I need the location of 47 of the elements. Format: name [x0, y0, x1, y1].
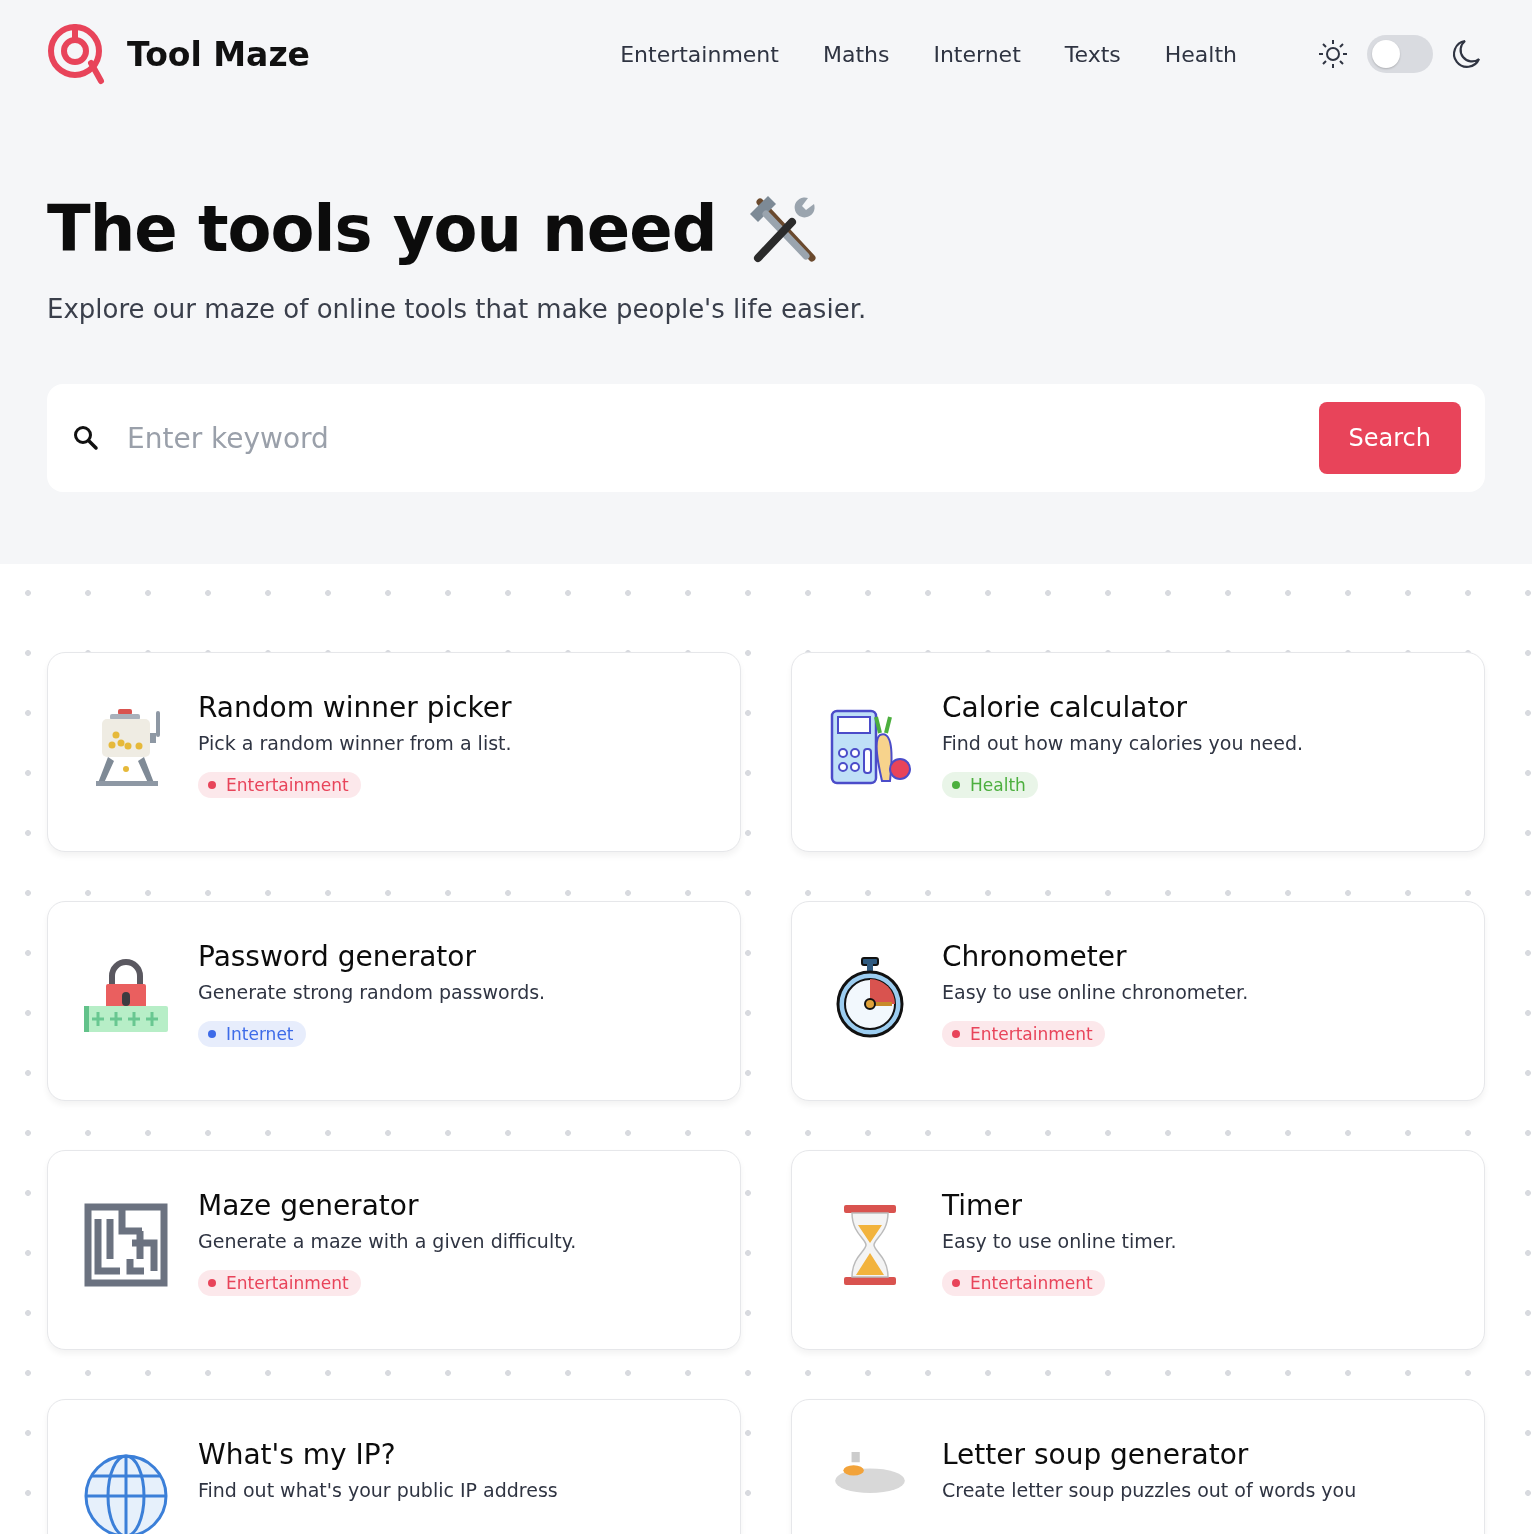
hero-title: The tools you need — [47, 192, 717, 266]
tool-description: Easy to use online timer. — [942, 1230, 1177, 1252]
nav-link[interactable]: Texts — [1064, 41, 1121, 67]
tool-title: Chronometer — [942, 940, 1128, 973]
tool-card[interactable]: Random winner picker Pick a random winner from a list. Entertainment — [47, 652, 741, 852]
nav-link[interactable]: Health — [1164, 41, 1237, 67]
search-icon — [73, 425, 99, 451]
tool-card[interactable]: Calorie calculator Find out how many calories you need. Health — [791, 652, 1485, 852]
nav-link[interactable]: Entertainment — [620, 41, 779, 67]
tool-description: Create letter soup puzzles out of words you — [942, 1479, 1357, 1501]
tool-description: Generate strong random passwords. — [198, 981, 546, 1003]
search-button[interactable]: Search — [1318, 402, 1461, 474]
tool-description: Generate a maze with a given difficulty. — [198, 1230, 577, 1252]
hero-subtitle: Explore our maze of online tools that make people's life easier. — [47, 294, 868, 324]
tool-title: Timer — [942, 1189, 1024, 1222]
tool-title: Random winner picker — [198, 691, 512, 724]
maze-icon — [84, 1203, 168, 1287]
tool-title: Letter soup generator — [942, 1438, 1250, 1471]
search-field[interactable]: Enter keyword Search — [47, 384, 1485, 492]
sun-icon[interactable] — [1317, 38, 1349, 70]
tool-card[interactable]: Maze generator Generate a maze with a given difficulty. Entertainment — [47, 1150, 741, 1350]
tool-description: Find out how many calories you need. — [942, 732, 1304, 754]
tool-card[interactable]: What's my IP? Find out what's your public IP address — [47, 1399, 741, 1534]
tool-description: Pick a random winner from a list. — [198, 732, 512, 754]
tool-card[interactable]: Timer Easy to use online timer. Entertainment — [791, 1150, 1485, 1350]
nav-link[interactable]: Maths — [822, 41, 890, 67]
nav-link[interactable]: Internet — [933, 41, 1021, 67]
tool-card[interactable]: Password generator Generate strong random passwords. Internet — [47, 901, 741, 1101]
tool-title: Maze generator — [198, 1189, 420, 1222]
category-label: Entertainment — [970, 1273, 1093, 1293]
category-label: Entertainment — [226, 1273, 349, 1293]
tool-title: Calorie calculator — [942, 691, 1189, 724]
tool-card[interactable]: Letter soup generator Create letter soup puzzles out of words you — [791, 1399, 1485, 1534]
tool-title: Password generator — [198, 940, 477, 973]
category-label: Entertainment — [226, 775, 349, 795]
globe-icon — [84, 1452, 168, 1534]
logo-icon — [47, 23, 105, 85]
theme-toggle[interactable] — [1367, 35, 1433, 73]
category-label: Entertainment — [970, 1024, 1093, 1044]
tool-card[interactable]: Chronometer Easy to use online chronometer. Entertainment — [791, 901, 1485, 1101]
category-label: Health — [970, 775, 1026, 795]
tool-description: Find out what's your public IP address — [198, 1479, 558, 1501]
category-tag[interactable]: Internet — [198, 1021, 306, 1047]
tool-description: Easy to use online chronometer. — [942, 981, 1249, 1003]
category-label: Internet — [226, 1024, 294, 1044]
tool-title: What's my IP? — [198, 1438, 397, 1471]
brand-name[interactable]: Tool Maze — [127, 34, 310, 74]
